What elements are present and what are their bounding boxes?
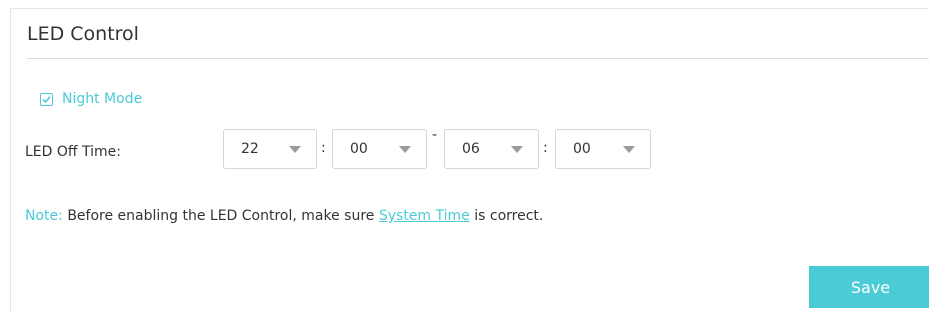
end-hour-select[interactable]: 06 [444,129,539,169]
chevron-down-icon [623,146,635,153]
start-minute-select[interactable]: 00 [332,129,427,169]
chevron-down-icon [399,146,411,153]
check-icon [42,95,51,103]
range-separator: - [432,127,438,143]
title-divider [27,58,929,59]
time-separator: : [321,140,326,156]
chevron-down-icon [511,146,523,153]
end-hour-value: 06 [462,141,480,157]
note-body-before: Before enabling the LED Control, make su… [67,208,375,224]
chevron-down-icon [289,146,301,153]
start-hour-select[interactable]: 22 [223,129,317,169]
end-minute-select[interactable]: 00 [555,129,651,169]
start-hour-value: 22 [241,141,259,157]
end-minute-value: 00 [573,141,591,157]
note-body-after: is correct. [474,208,544,224]
note-prefix: Note: [25,208,63,224]
led-off-time-label: LED Off Time: [25,144,121,160]
night-mode-toggle[interactable]: Night Mode [40,91,142,107]
system-time-link[interactable]: System Time [379,208,470,224]
led-control-panel: LED Control Night Mode LED Off Time: 22 … [10,8,929,313]
start-minute-value: 00 [350,141,368,157]
save-button[interactable]: Save [809,266,929,308]
note-text: Note: Before enabling the LED Control, m… [25,208,543,224]
night-mode-label: Night Mode [62,91,143,107]
panel-title: LED Control [27,23,139,45]
time-separator: : [543,140,548,156]
night-mode-checkbox[interactable] [40,92,53,106]
